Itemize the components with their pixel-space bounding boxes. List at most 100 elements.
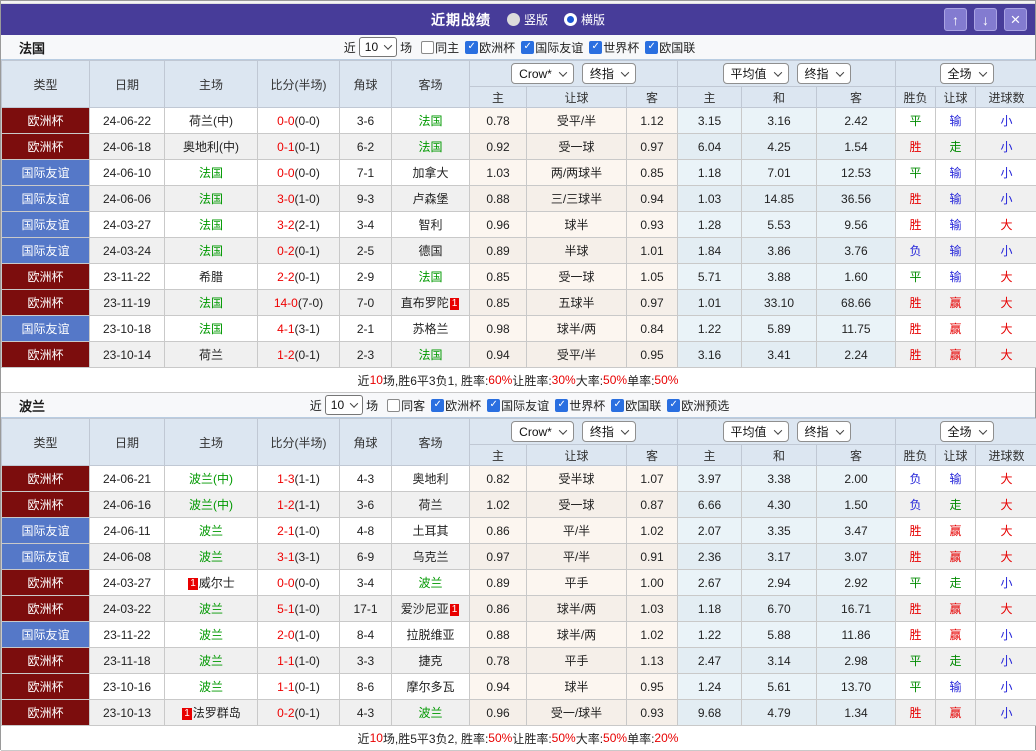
summary-segment: 大率: (576, 372, 603, 389)
handicap-line-cell: 球半/两 (527, 316, 627, 342)
corners-cell: 4-3 (340, 466, 392, 492)
table-row: 国际友谊 23-11-22 波兰 2-0(1-0) 8-4 拉脱维亚 0.88 … (2, 622, 1036, 648)
summary-segment: 60% (488, 373, 512, 387)
league-checkbox[interactable]: ✓欧国联 (611, 397, 661, 414)
away-team-name: 爱沙尼亚1 (401, 602, 461, 616)
league-checkbox[interactable]: ✓国际友谊 (521, 39, 583, 56)
avg-draw-odds-cell: 3.16 (742, 108, 817, 134)
odds-away-cell: 1.13 (627, 648, 678, 674)
average-select[interactable]: 平均值 (723, 63, 789, 84)
move-up-button[interactable]: ↑ (944, 8, 967, 31)
league-checkbox-label: 世界杯 (569, 397, 605, 414)
table-row: 欧洲杯 24-06-22 荷兰(中) 0-0(0-0) 3-6 法国 0.78 … (2, 108, 1036, 134)
avg-draw-odds-cell: 3.88 (742, 264, 817, 290)
average-select[interactable]: 平均值 (723, 421, 789, 442)
average-stage-select[interactable]: 终指 (797, 63, 851, 84)
away-team-name: 摩尔多瓦 (406, 680, 454, 694)
result-goals-cell: 大 (976, 316, 1036, 342)
result-wdl-cell: 胜 (896, 212, 936, 238)
handicap-line-cell: 受平/半 (527, 342, 627, 368)
avg-home-odds-cell: 5.71 (678, 264, 742, 290)
league-filter-list: ✓欧洲杯 ✓国际友谊 ✓世界杯 ✓欧国联 (459, 38, 695, 56)
fulltime-score: 1-2 (277, 348, 294, 362)
fulltime-select[interactable]: 全场 (940, 421, 994, 442)
result-wdl-cell: 胜 (896, 622, 936, 648)
league-checkbox[interactable]: ✓欧国联 (645, 39, 695, 56)
odds-stage-select[interactable]: 终指 (582, 63, 636, 84)
score-cell: 0-0(0-0) (258, 108, 340, 134)
home-team-name: 波兰 (199, 680, 223, 694)
corners-cell: 3-4 (340, 570, 392, 596)
layout-horizontal-radio[interactable]: 横版 (564, 11, 605, 28)
league-checkbox[interactable]: ✓欧洲预选 (667, 397, 729, 414)
result-handicap-cell: 输 (936, 674, 976, 700)
result-goals-cell: 小 (976, 160, 1036, 186)
table-row: 欧洲杯 23-11-19 法国 14-0(7-0) 7-0 直布罗陀1 0.85… (2, 290, 1036, 316)
match-date-cell: 24-06-21 (90, 466, 165, 492)
odds-home-cell: 0.98 (470, 316, 527, 342)
league-checkbox[interactable]: ✓欧洲杯 (465, 39, 515, 56)
score-cell: 0-0(0-0) (258, 160, 340, 186)
match-date-cell: 24-06-16 (90, 492, 165, 518)
header-home: 主场 (165, 419, 258, 466)
away-team-cell: 智利 (392, 212, 470, 238)
matches-tbody: 欧洲杯 24-06-21 波兰(中) 1-3(1-1) 4-3 奥地利 0.82… (2, 466, 1036, 726)
away-team-cell: 波兰 (392, 570, 470, 596)
away-team-name: 德国 (418, 244, 442, 258)
odds-stage-select[interactable]: 终指 (582, 421, 636, 442)
result-wdl-cell: 胜 (896, 290, 936, 316)
header-odds-line: 让球 (527, 445, 627, 466)
avg-away-odds-cell: 11.75 (817, 316, 896, 342)
bookmaker-select[interactable]: Crow* (511, 421, 574, 442)
layout-vertical-radio[interactable]: 竖版 (507, 11, 548, 28)
home-team-name: 法国 (199, 296, 223, 310)
header-corner: 角球 (340, 419, 392, 466)
avg-home-odds-cell: 2.67 (678, 570, 742, 596)
match-type-cell: 欧洲杯 (2, 264, 90, 290)
average-stage-select[interactable]: 终指 (797, 421, 851, 442)
result-handicap-cell: 输 (936, 212, 976, 238)
league-checkbox[interactable]: ✓国际友谊 (487, 397, 549, 414)
chevron-down-icon (559, 68, 567, 76)
match-type-cell: 国际友谊 (2, 212, 90, 238)
result-wdl-cell: 负 (896, 466, 936, 492)
score-cell: 0-0(0-0) (258, 570, 340, 596)
red-card-badge: 1 (450, 298, 460, 310)
avg-home-odds-cell: 1.01 (678, 290, 742, 316)
corners-cell: 4-8 (340, 518, 392, 544)
league-checkbox-label: 欧国联 (659, 39, 695, 56)
league-checkbox[interactable]: ✓世界杯 (555, 397, 605, 414)
bookmaker-select[interactable]: Crow* (511, 63, 574, 84)
score-cell: 2-1(1-0) (258, 518, 340, 544)
avg-away-odds-cell: 1.50 (817, 492, 896, 518)
league-checkbox[interactable]: ✓欧洲杯 (431, 397, 481, 414)
radio-checked-icon (564, 13, 577, 26)
same-venue-checkbox[interactable]: 同客 (387, 397, 425, 414)
avg-draw-odds-cell: 5.61 (742, 674, 817, 700)
match-count-select[interactable]: 10 (359, 37, 397, 57)
avg-draw-odds-cell: 4.25 (742, 134, 817, 160)
avg-away-odds-cell: 3.76 (817, 238, 896, 264)
avg-draw-odds-cell: 5.53 (742, 212, 817, 238)
close-button[interactable]: × (1004, 8, 1027, 31)
avg-draw-odds-cell: 3.38 (742, 466, 817, 492)
result-wdl-cell: 胜 (896, 134, 936, 160)
odds-away-cell: 0.87 (627, 492, 678, 518)
move-down-button[interactable]: ↓ (974, 8, 997, 31)
avg-away-odds-cell: 1.34 (817, 700, 896, 726)
header-home: 主场 (165, 61, 258, 108)
avg-home-odds-cell: 1.18 (678, 596, 742, 622)
same-venue-checkbox[interactable]: 同主 (421, 39, 459, 56)
result-wdl-cell: 胜 (896, 518, 936, 544)
away-team-name: 波兰 (418, 706, 442, 720)
fulltime-score: 1-3 (277, 472, 294, 486)
avg-away-odds-cell: 2.00 (817, 466, 896, 492)
away-team-name: 波兰 (418, 576, 442, 590)
match-count-select[interactable]: 10 (325, 395, 363, 415)
avg-away-odds-cell: 1.54 (817, 134, 896, 160)
match-date-cell: 24-03-24 (90, 238, 165, 264)
fulltime-select[interactable]: 全场 (940, 63, 994, 84)
match-type-cell: 欧洲杯 (2, 492, 90, 518)
league-checkbox[interactable]: ✓世界杯 (589, 39, 639, 56)
summary-segment: 30% (552, 373, 576, 387)
